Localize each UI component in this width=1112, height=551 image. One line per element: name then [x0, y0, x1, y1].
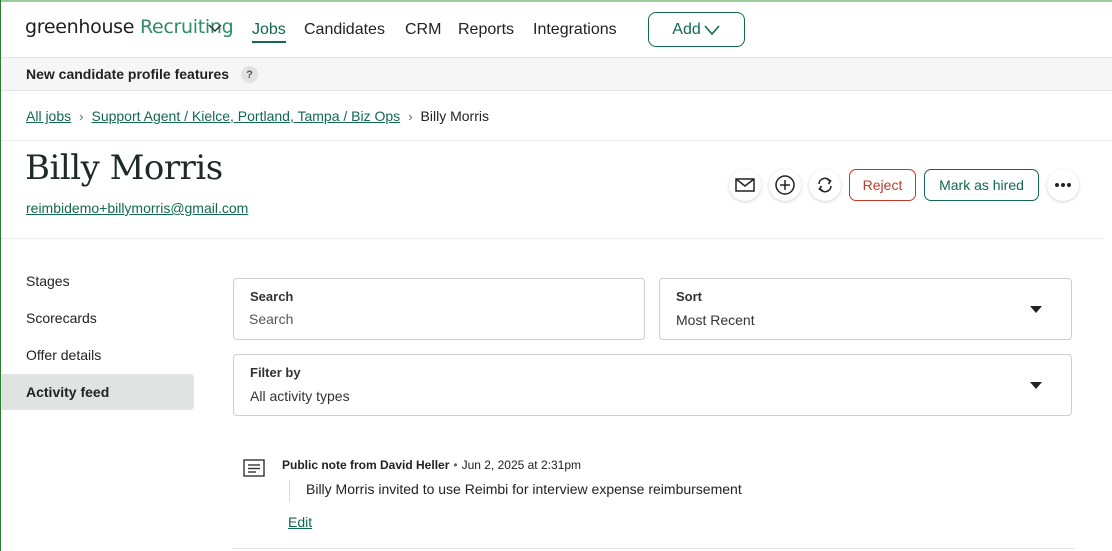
refresh-icon	[818, 177, 832, 193]
sidebar-item-scorecards[interactable]: Scorecards	[1, 300, 194, 336]
chevron-down-icon[interactable]	[208, 23, 222, 33]
chevron-down-icon	[704, 24, 720, 35]
chevron-right-icon: ›	[408, 108, 413, 124]
divider	[232, 548, 1075, 549]
edit-note-link[interactable]: Edit	[288, 514, 312, 530]
breadcrumb-current: Billy Morris	[420, 108, 489, 124]
caret-down-icon	[1030, 382, 1042, 389]
nav-integrations[interactable]: Integrations	[533, 21, 617, 39]
sidebar-item-stages[interactable]: Stages	[1, 263, 194, 299]
sort-select[interactable]: Sort Most Recent	[659, 278, 1072, 340]
activity-author: Public note from David Heller	[282, 458, 450, 472]
envelope-icon	[735, 178, 755, 192]
email-button[interactable]	[729, 169, 761, 201]
mark-as-hired-button[interactable]: Mark as hired	[924, 169, 1039, 201]
more-actions-button[interactable]	[1047, 169, 1079, 201]
sidebar-item-offer-details[interactable]: Offer details	[1, 337, 194, 373]
search-label: Search	[250, 289, 294, 304]
note-icon	[243, 459, 265, 477]
candidate-name: Billy Morris	[25, 148, 223, 188]
transfer-button[interactable]	[809, 169, 841, 201]
breadcrumb-all-jobs[interactable]: All jobs	[26, 108, 71, 124]
candidate-email-link[interactable]: reimbidemo+billymorris@gmail.com	[26, 200, 248, 216]
sidebar-item-activity-feed[interactable]: Activity feed	[1, 374, 194, 410]
divider	[1, 238, 1103, 239]
plus-circle-icon	[775, 175, 795, 195]
filter-value: All activity types	[250, 388, 350, 404]
nav-jobs[interactable]: Jobs	[252, 21, 286, 43]
greenhouse-logo[interactable]: greenhouse Recruiting	[25, 16, 234, 38]
sort-label: Sort	[676, 289, 702, 304]
filter-label: Filter by	[250, 365, 301, 380]
help-icon[interactable]: ?	[241, 66, 258, 83]
brand-name: greenhouse	[25, 16, 135, 38]
caret-down-icon	[1030, 306, 1042, 313]
banner-text: New candidate profile features	[26, 66, 230, 82]
reject-button[interactable]: Reject	[849, 169, 916, 201]
separator-dot: •	[453, 458, 458, 472]
top-navigation: greenhouse Recruiting Jobs Candidates CR…	[1, 2, 1112, 58]
nav-crm[interactable]: CRM	[405, 21, 441, 39]
divider	[1, 140, 1112, 141]
activity-timestamp: Jun 2, 2025 at 2:31pm	[461, 458, 581, 472]
sort-value: Most Recent	[676, 312, 755, 328]
add-button[interactable]: Add	[648, 12, 745, 47]
feature-banner: New candidate profile features ?	[1, 58, 1112, 91]
nav-reports[interactable]: Reports	[458, 21, 514, 39]
add-button-label: Add	[672, 20, 701, 38]
search-field[interactable]: Search	[233, 278, 645, 340]
breadcrumb-job[interactable]: Support Agent / Kielce, Portland, Tampa …	[91, 108, 400, 124]
add-to-button[interactable]	[769, 169, 801, 201]
activity-item-header: Public note from David Heller • Jun 2, 202…	[282, 458, 581, 472]
chevron-right-icon: ›	[79, 108, 84, 124]
filter-by-select[interactable]: Filter by All activity types	[233, 354, 1072, 416]
nav-candidates[interactable]: Candidates	[304, 21, 385, 39]
breadcrumb: All jobs › Support Agent / Kielce, Portl…	[26, 108, 489, 124]
activity-note-body: Billy Morris invited to use Reimbi for i…	[289, 480, 742, 502]
search-input[interactable]	[249, 309, 609, 329]
ellipsis-icon	[1055, 183, 1071, 187]
